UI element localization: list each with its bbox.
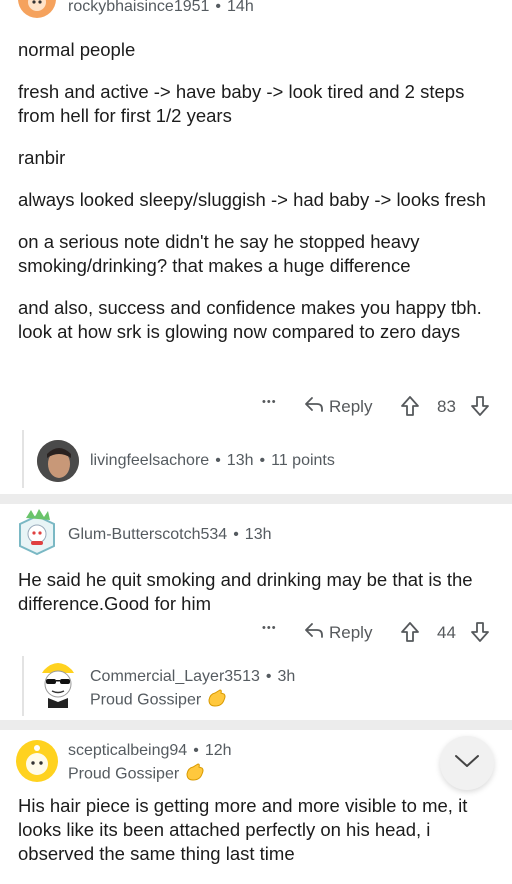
avatar[interactable] [16, 740, 58, 782]
avatar[interactable] [36, 656, 80, 708]
comment-body: He said he quit smoking and drinking may… [18, 568, 494, 634]
downvote-icon [470, 395, 490, 422]
username[interactable]: livingfeelsachore [90, 452, 209, 469]
flair-label: Proud Gossiper [90, 691, 202, 709]
vote-score: 83 [437, 397, 456, 416]
thread-line [22, 656, 24, 716]
comment-paragraph: on a serious note didn't he say he stopp… [18, 231, 420, 276]
username[interactable]: Glum-Butterscotch534 [68, 526, 227, 543]
reply-button[interactable]: Reply [303, 394, 372, 419]
user-flair: Proud Gossiper [90, 688, 228, 713]
comment-body: His hair piece is getting more and more … [18, 794, 494, 884]
timestamp: 13h [226, 452, 254, 469]
separator-dot: • [215, 0, 222, 15]
comment-header: rockybhaisince1951 • 14h [68, 0, 254, 16]
separator-dot: • [215, 452, 221, 469]
upvote-icon [400, 395, 420, 422]
reply-arrow-icon [303, 394, 325, 419]
upvote-button[interactable] [400, 395, 420, 422]
comment-separator [0, 720, 512, 730]
separator-dot: • [265, 668, 272, 685]
flair-label: Proud Gossiper [68, 765, 180, 783]
comment-paragraph: fresh and active -> have baby -> look ti… [18, 81, 465, 126]
username[interactable]: rockybhaisince1951 [68, 0, 209, 15]
comment-paragraph: and also, success and confidence makes y… [18, 297, 482, 342]
avatar[interactable] [18, 0, 56, 18]
comment-paragraph: He said he quit smoking and drinking may… [18, 569, 473, 614]
thread-line [22, 430, 24, 488]
reply-arrow-icon [303, 620, 325, 645]
timestamp: 14h [227, 0, 254, 15]
clapping-hand-icon [184, 762, 206, 787]
more-options-button[interactable]: ••• [262, 396, 277, 408]
user-flair: Proud Gossiper [68, 762, 206, 787]
downvote-button[interactable] [470, 621, 490, 648]
comment-paragraph: normal people [18, 39, 136, 60]
timestamp: 13h [244, 526, 272, 543]
points: 11 points [271, 452, 335, 469]
more-options-button[interactable]: ••• [262, 622, 277, 634]
avatar[interactable] [16, 508, 58, 556]
comment-header: Commercial_Layer3513 • 3h [90, 668, 295, 686]
timestamp: 3h [277, 668, 296, 685]
downvote-button[interactable] [470, 395, 490, 422]
collapse-button[interactable] [440, 736, 494, 790]
reply-label: Reply [329, 396, 373, 416]
vote-score: 44 [437, 623, 456, 642]
comment-header: livingfeelsachore • 13h • 11 points [90, 452, 335, 470]
reply-button[interactable]: Reply [303, 620, 372, 645]
comment-paragraph: always looked sleepy/sluggish -> had bab… [18, 189, 486, 210]
comment-header: Glum-Butterscotch534 • 13h [68, 526, 272, 544]
separator-dot: • [259, 452, 266, 469]
upvote-button[interactable] [400, 621, 420, 648]
downvote-icon [470, 621, 490, 648]
comment-separator [0, 494, 512, 504]
timestamp: 12h [204, 742, 232, 759]
upvote-icon [400, 621, 420, 648]
separator-dot: • [193, 742, 199, 759]
separator-dot: • [233, 526, 239, 543]
comment-paragraph: ranbir [18, 147, 66, 168]
avatar[interactable] [37, 440, 79, 482]
clapping-hand-icon [206, 688, 228, 713]
reply-label: Reply [329, 622, 373, 642]
comment-header: scepticalbeing94 • 12h [68, 742, 232, 760]
username[interactable]: Commercial_Layer3513 [90, 668, 260, 685]
username[interactable]: scepticalbeing94 [68, 742, 187, 759]
chevron-down-icon [453, 753, 481, 774]
comment-body: normal people fresh and active -> have b… [18, 38, 494, 362]
comment-paragraph: His hair piece is getting more and more … [18, 795, 468, 864]
